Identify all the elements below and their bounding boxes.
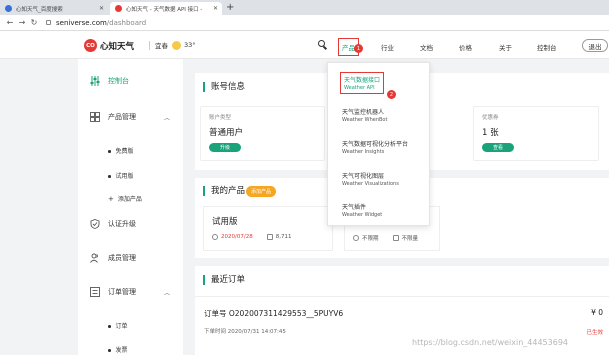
new-tab-button[interactable]: + bbox=[226, 2, 234, 13]
expiry-date: 2020/07/28 bbox=[221, 234, 253, 240]
sidebar-item-label: 认证升级 bbox=[108, 220, 136, 228]
section-title: 我的产品 bbox=[203, 186, 245, 196]
address-bar: ← → ↻ seniverse.com/dashboard bbox=[0, 15, 609, 31]
baidu-favicon-icon bbox=[5, 5, 12, 12]
nav-pricing[interactable]: 价格 bbox=[459, 42, 472, 52]
quota-count: 8,711 bbox=[275, 234, 292, 240]
sidebar-item-label: 订单管理 bbox=[108, 288, 136, 296]
logo-mark-icon: CO bbox=[84, 39, 97, 52]
chevron-up-icon[interactable]: ︿ bbox=[164, 113, 170, 122]
annotation-badge-2: 2 bbox=[387, 90, 396, 99]
orders-list-icon bbox=[90, 287, 100, 297]
bullet-icon bbox=[108, 175, 111, 178]
order-number[interactable]: 订单号 O202007311429553__5PUYV6 bbox=[204, 308, 343, 319]
lock-icon bbox=[46, 20, 51, 25]
order-price: ¥ 0 bbox=[591, 308, 603, 317]
grid-icon bbox=[90, 112, 100, 122]
shield-check-icon bbox=[90, 219, 100, 229]
quota-icon bbox=[266, 234, 273, 240]
coupon-label: 优惠券 bbox=[482, 115, 499, 121]
menu-item-visualizations[interactable]: 天气可视化图层 Weather Visualizations bbox=[342, 171, 399, 187]
order-status-badge: 已生效 bbox=[586, 330, 603, 336]
sidebar: 控制台 产品管理 ︿ 免费版 试用版 + 添加产品 认证升级 成员管理 订单管理… bbox=[78, 59, 183, 355]
divider bbox=[195, 296, 609, 297]
seniverse-favicon-icon bbox=[115, 5, 122, 12]
menu-item-whenbot[interactable]: 天气监控机器人 Weather WhenBot bbox=[342, 107, 387, 123]
watermark: https://blog.csdn.net/weixin_44453694 bbox=[412, 338, 569, 347]
close-icon[interactable]: ✕ bbox=[99, 5, 104, 12]
url-path: /dashboard bbox=[106, 18, 147, 27]
url-host: seniverse.com bbox=[56, 18, 107, 27]
site-logo[interactable]: CO 心知天气 bbox=[84, 39, 134, 52]
browser-tab-baidu[interactable]: 心知天气_百度搜索 ✕ bbox=[0, 2, 108, 15]
tab-title: 心知天气 - 天气数据 API 接口 - bbox=[126, 6, 203, 13]
sidebar-item-label: 成员管理 bbox=[108, 254, 136, 262]
menu-item-weather-api[interactable]: 天气数据接口 Weather API bbox=[340, 72, 385, 94]
coupon-value: 1 张 bbox=[482, 128, 499, 138]
nav-docs[interactable]: 文档 bbox=[420, 42, 433, 52]
sidebar-item-label: 控制台 bbox=[108, 77, 129, 85]
order-time: 下单时间 2020/07/31 14:07:45 bbox=[204, 329, 286, 335]
bullet-icon bbox=[108, 150, 111, 153]
logo-name: 心知天气 bbox=[100, 41, 135, 52]
upgrade-button[interactable]: 升级 bbox=[209, 143, 241, 152]
nav-about[interactable]: 关于 bbox=[499, 42, 512, 52]
annotation-badge-1: 1 bbox=[354, 44, 363, 53]
account-type-label: 账户类型 bbox=[209, 115, 232, 121]
coupon-card: 优惠券 1 张 查看 bbox=[473, 106, 599, 161]
city-name: 宜春 bbox=[155, 42, 168, 50]
nav-console[interactable]: 控制台 bbox=[537, 42, 557, 52]
reload-icon[interactable]: ↻ bbox=[28, 18, 40, 27]
weather-widget: 宜春 33° bbox=[155, 40, 196, 50]
sidebar-sub-invoice[interactable]: 发票 bbox=[108, 345, 128, 354]
unlimited-period: 不限期 bbox=[362, 236, 379, 242]
bullet-icon bbox=[108, 325, 111, 328]
sidebar-item-label: 产品管理 bbox=[108, 113, 136, 121]
close-icon[interactable]: ✕ bbox=[213, 5, 218, 12]
nav-industry[interactable]: 行业 bbox=[381, 42, 394, 52]
section-title: 最近订单 bbox=[203, 275, 245, 285]
search-icon[interactable] bbox=[318, 40, 327, 50]
sliders-icon bbox=[90, 76, 100, 86]
forward-arrow-icon[interactable]: → bbox=[16, 18, 28, 27]
header-divider bbox=[149, 41, 150, 50]
url-field[interactable]: seniverse.com/dashboard bbox=[46, 19, 146, 27]
quota-icon bbox=[392, 235, 399, 241]
tab-title: 心知天气_百度搜索 bbox=[16, 6, 63, 13]
account-type-card: 账户类型 普通用户 升级 bbox=[200, 106, 325, 161]
users-icon bbox=[90, 253, 98, 263]
sidebar-sub-add-product[interactable]: + 添加产品 bbox=[108, 194, 142, 203]
products-dropdown-menu: 天气数据接口 Weather API 2 天气监控机器人 Weather Whe… bbox=[327, 62, 430, 226]
site-header: CO 心知天气 宜春 33° 产品 1 行业 文档 价格 关于 控制台 退出 bbox=[0, 31, 609, 59]
clock-icon bbox=[212, 234, 218, 240]
chevron-up-icon[interactable]: ︿ bbox=[164, 288, 170, 297]
menu-item-widget[interactable]: 天气插件 Weather Widget bbox=[342, 202, 382, 218]
product-meta: 不限期 不限量 bbox=[353, 234, 418, 242]
view-coupon-button[interactable]: 查看 bbox=[482, 143, 514, 152]
account-type-value: 普通用户 bbox=[209, 128, 244, 138]
section-title: 账号信息 bbox=[203, 82, 245, 92]
browser-tab-seniverse[interactable]: 心知天气 - 天气数据 API 接口 - ✕ bbox=[110, 2, 222, 15]
trial-product-card[interactable]: 试用版 2020/07/28 8,711 bbox=[203, 206, 333, 251]
plus-icon: + bbox=[108, 195, 114, 203]
sidebar-sub-free[interactable]: 免费版 bbox=[108, 146, 134, 155]
back-arrow-icon[interactable]: ← bbox=[4, 18, 16, 27]
product-meta: 2020/07/28 8,711 bbox=[212, 234, 291, 240]
logout-button[interactable]: 退出 bbox=[582, 39, 608, 52]
clock-icon bbox=[353, 235, 359, 241]
menu-item-insights[interactable]: 天气数据可视化分析平台 Weather Insights bbox=[342, 139, 408, 155]
bullet-icon bbox=[108, 349, 111, 352]
add-product-button[interactable]: 添加产品 bbox=[246, 186, 277, 197]
unlimited-quota: 不限量 bbox=[401, 236, 419, 242]
sun-icon bbox=[172, 40, 181, 50]
browser-tab-strip: 心知天气_百度搜索 ✕ 心知天气 - 天气数据 API 接口 - ✕ + bbox=[0, 0, 609, 15]
product-name: 试用版 bbox=[212, 217, 238, 227]
temperature: 33° bbox=[184, 41, 196, 49]
sidebar-sub-trial[interactable]: 试用版 bbox=[108, 171, 134, 180]
sidebar-sub-order[interactable]: 订单 bbox=[108, 321, 128, 330]
